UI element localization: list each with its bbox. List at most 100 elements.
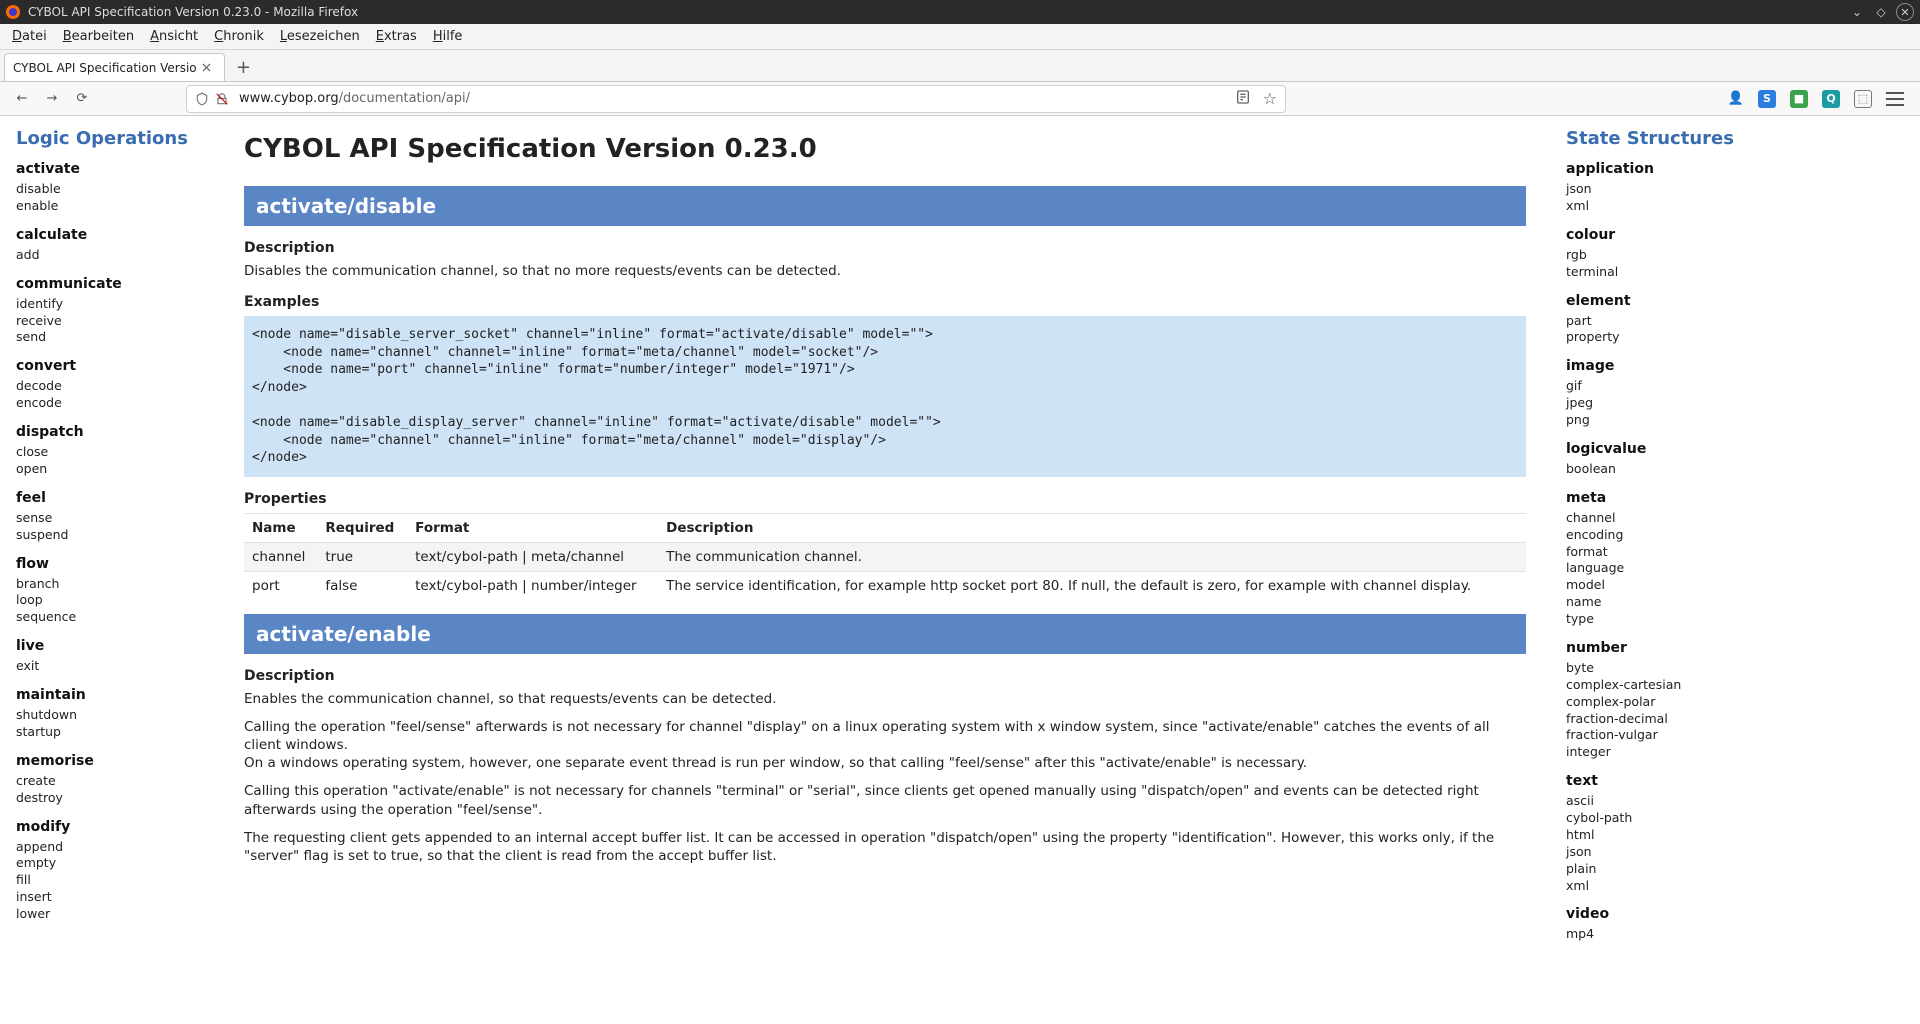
extension-icon-4[interactable]: Q xyxy=(1822,90,1840,108)
nav-item-json[interactable]: json xyxy=(1566,181,1754,198)
nav-group-memorise[interactable]: memorise xyxy=(16,753,204,769)
extension-icon-1[interactable]: 👤 xyxy=(1728,91,1744,106)
nav-item-mp4[interactable]: mp4 xyxy=(1566,926,1754,943)
nav-item-exit[interactable]: exit xyxy=(16,658,204,675)
nav-item-part[interactable]: part xyxy=(1566,313,1754,330)
nav-item-name[interactable]: name xyxy=(1566,594,1754,611)
nav-item-gif[interactable]: gif xyxy=(1566,378,1754,395)
nav-item-jpeg[interactable]: jpeg xyxy=(1566,395,1754,412)
forward-button[interactable]: → xyxy=(38,85,66,113)
nav-group-activate[interactable]: activate xyxy=(16,161,204,177)
window-minimize-icon[interactable]: ⌄ xyxy=(1848,3,1866,21)
nav-item-send[interactable]: send xyxy=(16,329,204,346)
nav-item-lower[interactable]: lower xyxy=(16,906,204,923)
nav-group-maintain[interactable]: maintain xyxy=(16,687,204,703)
new-tab-button[interactable]: + xyxy=(229,53,257,81)
reload-button[interactable]: ⟳ xyxy=(68,85,96,113)
menu-bearbeiten[interactable]: Bearbeiten xyxy=(55,25,142,48)
nav-item-add[interactable]: add xyxy=(16,247,204,264)
nav-item-destroy[interactable]: destroy xyxy=(16,790,204,807)
nav-item-fill[interactable]: fill xyxy=(16,872,204,889)
nav-item-xml[interactable]: xml xyxy=(1566,198,1754,215)
nav-item-html[interactable]: html xyxy=(1566,827,1754,844)
nav-item-startup[interactable]: startup xyxy=(16,724,204,741)
nav-group-application[interactable]: application xyxy=(1566,161,1754,177)
nav-item-loop[interactable]: loop xyxy=(16,592,204,609)
address-bar[interactable]: www.cybop.org/documentation/api/ ☆ xyxy=(186,85,1286,113)
nav-item-fraction-vulgar[interactable]: fraction-vulgar xyxy=(1566,727,1754,744)
nav-group-logicvalue[interactable]: logicvalue xyxy=(1566,441,1754,457)
nav-group-text[interactable]: text xyxy=(1566,773,1754,789)
nav-item-enable[interactable]: enable xyxy=(16,198,204,215)
nav-item-model[interactable]: model xyxy=(1566,577,1754,594)
nav-item-sequence[interactable]: sequence xyxy=(16,609,204,626)
menu-hilfe[interactable]: Hilfe xyxy=(425,25,471,48)
nav-item-shutdown[interactable]: shutdown xyxy=(16,707,204,724)
nav-item-encoding[interactable]: encoding xyxy=(1566,527,1754,544)
nav-item-decode[interactable]: decode xyxy=(16,378,204,395)
nav-item-boolean[interactable]: boolean xyxy=(1566,461,1754,478)
extension-icon-5[interactable]: ⬚ xyxy=(1854,90,1872,108)
nav-group-modify[interactable]: modify xyxy=(16,819,204,835)
browser-tab[interactable]: CYBOL API Specification Versio × xyxy=(4,53,225,81)
window-maximize-icon[interactable]: ◇ xyxy=(1872,3,1890,21)
nav-item-create[interactable]: create xyxy=(16,773,204,790)
nav-group-communicate[interactable]: communicate xyxy=(16,276,204,292)
nav-item-xml[interactable]: xml xyxy=(1566,878,1754,895)
nav-item-fraction-decimal[interactable]: fraction-decimal xyxy=(1566,711,1754,728)
menu-lesezeichen[interactable]: Lesezeichen xyxy=(272,25,368,48)
back-button[interactable]: ← xyxy=(8,85,36,113)
nav-item-receive[interactable]: receive xyxy=(16,313,204,330)
nav-item-close[interactable]: close xyxy=(16,444,204,461)
nav-item-insert[interactable]: insert xyxy=(16,889,204,906)
nav-item-integer[interactable]: integer xyxy=(1566,744,1754,761)
nav-item-complex-cartesian[interactable]: complex-cartesian xyxy=(1566,677,1754,694)
nav-group-flow[interactable]: flow xyxy=(16,556,204,572)
nav-item-open[interactable]: open xyxy=(16,461,204,478)
nav-item-encode[interactable]: encode xyxy=(16,395,204,412)
menu-extras[interactable]: Extras xyxy=(368,25,425,48)
nav-item-byte[interactable]: byte xyxy=(1566,660,1754,677)
nav-item-property[interactable]: property xyxy=(1566,329,1754,346)
nav-item-empty[interactable]: empty xyxy=(16,855,204,872)
nav-group-meta[interactable]: meta xyxy=(1566,490,1754,506)
nav-item-png[interactable]: png xyxy=(1566,412,1754,429)
nav-item-cybol-path[interactable]: cybol-path xyxy=(1566,810,1754,827)
nav-item-ascii[interactable]: ascii xyxy=(1566,793,1754,810)
nav-group-convert[interactable]: convert xyxy=(16,358,204,374)
menu-chronik[interactable]: Chronik xyxy=(206,25,272,48)
menu-datei[interactable]: Datei xyxy=(4,25,55,48)
nav-group-live[interactable]: live xyxy=(16,638,204,654)
menu-ansicht[interactable]: Ansicht xyxy=(142,25,206,48)
nav-item-type[interactable]: type xyxy=(1566,611,1754,628)
nav-item-json[interactable]: json xyxy=(1566,844,1754,861)
extension-icon-2[interactable]: S xyxy=(1758,90,1776,108)
nav-group-number[interactable]: number xyxy=(1566,640,1754,656)
nav-item-format[interactable]: format xyxy=(1566,544,1754,561)
window-close-icon[interactable]: ✕ xyxy=(1896,3,1914,21)
nav-item-plain[interactable]: plain xyxy=(1566,861,1754,878)
reader-mode-icon[interactable] xyxy=(1235,89,1251,109)
nav-group-colour[interactable]: colour xyxy=(1566,227,1754,243)
hamburger-menu-icon[interactable] xyxy=(1886,92,1904,106)
nav-item-channel[interactable]: channel xyxy=(1566,510,1754,527)
nav-group-feel[interactable]: feel xyxy=(16,490,204,506)
close-tab-icon[interactable]: × xyxy=(197,60,217,76)
nav-item-complex-polar[interactable]: complex-polar xyxy=(1566,694,1754,711)
nav-item-suspend[interactable]: suspend xyxy=(16,527,204,544)
bookmark-star-icon[interactable]: ☆ xyxy=(1263,89,1277,109)
nav-item-sense[interactable]: sense xyxy=(16,510,204,527)
nav-item-rgb[interactable]: rgb xyxy=(1566,247,1754,264)
nav-group-calculate[interactable]: calculate xyxy=(16,227,204,243)
nav-item-disable[interactable]: disable xyxy=(16,181,204,198)
nav-item-identify[interactable]: identify xyxy=(16,296,204,313)
nav-group-dispatch[interactable]: dispatch xyxy=(16,424,204,440)
extension-icon-3[interactable]: ■ xyxy=(1790,90,1808,108)
nav-item-terminal[interactable]: terminal xyxy=(1566,264,1754,281)
nav-group-image[interactable]: image xyxy=(1566,358,1754,374)
nav-item-append[interactable]: append xyxy=(16,839,204,856)
nav-group-element[interactable]: element xyxy=(1566,293,1754,309)
nav-item-language[interactable]: language xyxy=(1566,560,1754,577)
nav-item-branch[interactable]: branch xyxy=(16,576,204,593)
nav-group-video[interactable]: video xyxy=(1566,906,1754,922)
